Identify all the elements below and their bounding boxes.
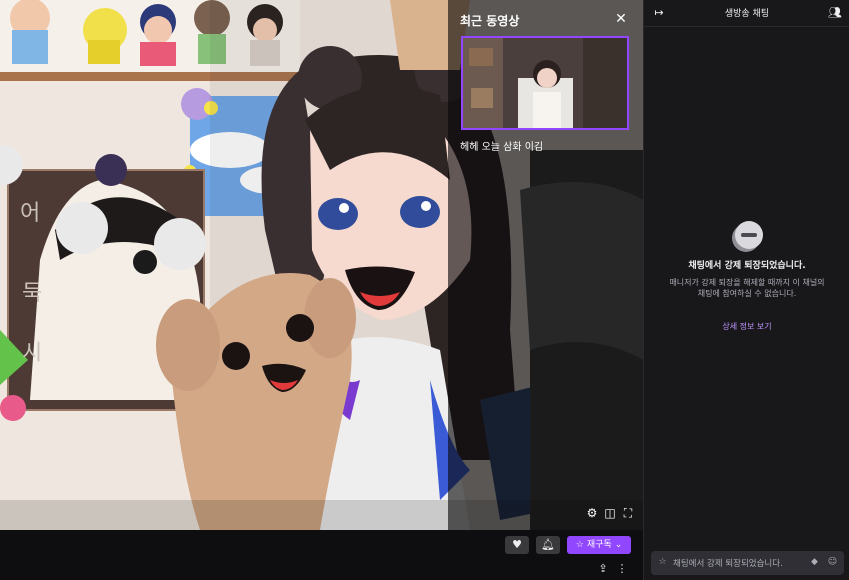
gear-icon[interactable]: ⚙ [585, 506, 599, 520]
users-icon[interactable]: 👥︎ [828, 6, 842, 20]
chat-input-placeholder: 채팅에서 강제 퇴장되었습니다. [673, 559, 783, 569]
chevron-down-icon: ⌄ [614, 540, 623, 550]
chat-title: 생방송 채팅 [724, 9, 770, 19]
share-icon[interactable]: ⇪ [596, 562, 610, 576]
banned-icon [735, 221, 763, 249]
details-link[interactable]: 상세 정보 보기 [644, 321, 849, 332]
svg-text:둑: 둑 [22, 281, 42, 306]
bits-icon[interactable]: ◆ [808, 556, 821, 569]
recent-video-caption[interactable]: 헤헤 오늘 삼화 이김 [460, 138, 543, 153]
more-vertical-icon[interactable]: ⋮ [615, 562, 629, 576]
bell-icon: 🔔︎ [541, 538, 555, 551]
svg-text:어: 어 [20, 201, 40, 226]
follow-button[interactable]: ♥ [505, 536, 529, 554]
chat-panel: ↦ 생방송 채팅 👥︎ 채팅에서 강제 퇴장되었습니다. 매니저가 강제 퇴장을… [643, 0, 849, 580]
chat-input[interactable]: ☆ 채팅에서 강제 퇴장되었습니다. ◆ ☺ [651, 551, 844, 575]
banned-title: 채팅에서 강제 퇴장되었습니다. [688, 261, 806, 271]
fullscreen-icon[interactable]: ⛶ [621, 506, 635, 520]
heart-icon: ♥ [512, 538, 522, 551]
svg-text:시: 시 [22, 341, 42, 366]
star-icon: ☆ [658, 557, 667, 567]
recent-videos-title: 최근 동영상 [460, 14, 520, 28]
resubscribe-label: 재구독 [586, 540, 612, 550]
video-player[interactable]: 어 둑 시 최근 동영상 ✕ 헤헤 오늘 삼화 이김 ⚙ ◫ ⛶ [0, 0, 643, 530]
theatre-mode-icon[interactable]: ◫ [603, 506, 617, 520]
video-thumbnail-image [463, 38, 627, 128]
resubscribe-button[interactable]: ☆ 재구독 ⌄ [567, 536, 631, 554]
notification-button[interactable]: 🔔︎ [536, 536, 560, 554]
emote-icon[interactable]: ☺ [826, 556, 839, 569]
channel-action-bar: ♥ 🔔︎ ☆ 재구독 ⌄ ⇪ ⋮ [0, 530, 643, 580]
close-icon[interactable]: ✕ [612, 10, 630, 28]
star-icon: ☆ [575, 540, 584, 550]
chat-header: ↦ 생방송 채팅 👥︎ [644, 0, 849, 27]
recent-video-thumbnail[interactable] [461, 36, 629, 130]
player-area: 어 둑 시 최근 동영상 ✕ 헤헤 오늘 삼화 이김 ⚙ ◫ ⛶ ♥ 🔔︎ ☆ … [0, 0, 643, 580]
banned-description: 매니저가 강제 퇴장을 해제할 때까지 이 채널의 채팅에 참여하실 수 없습니… [669, 278, 825, 298]
